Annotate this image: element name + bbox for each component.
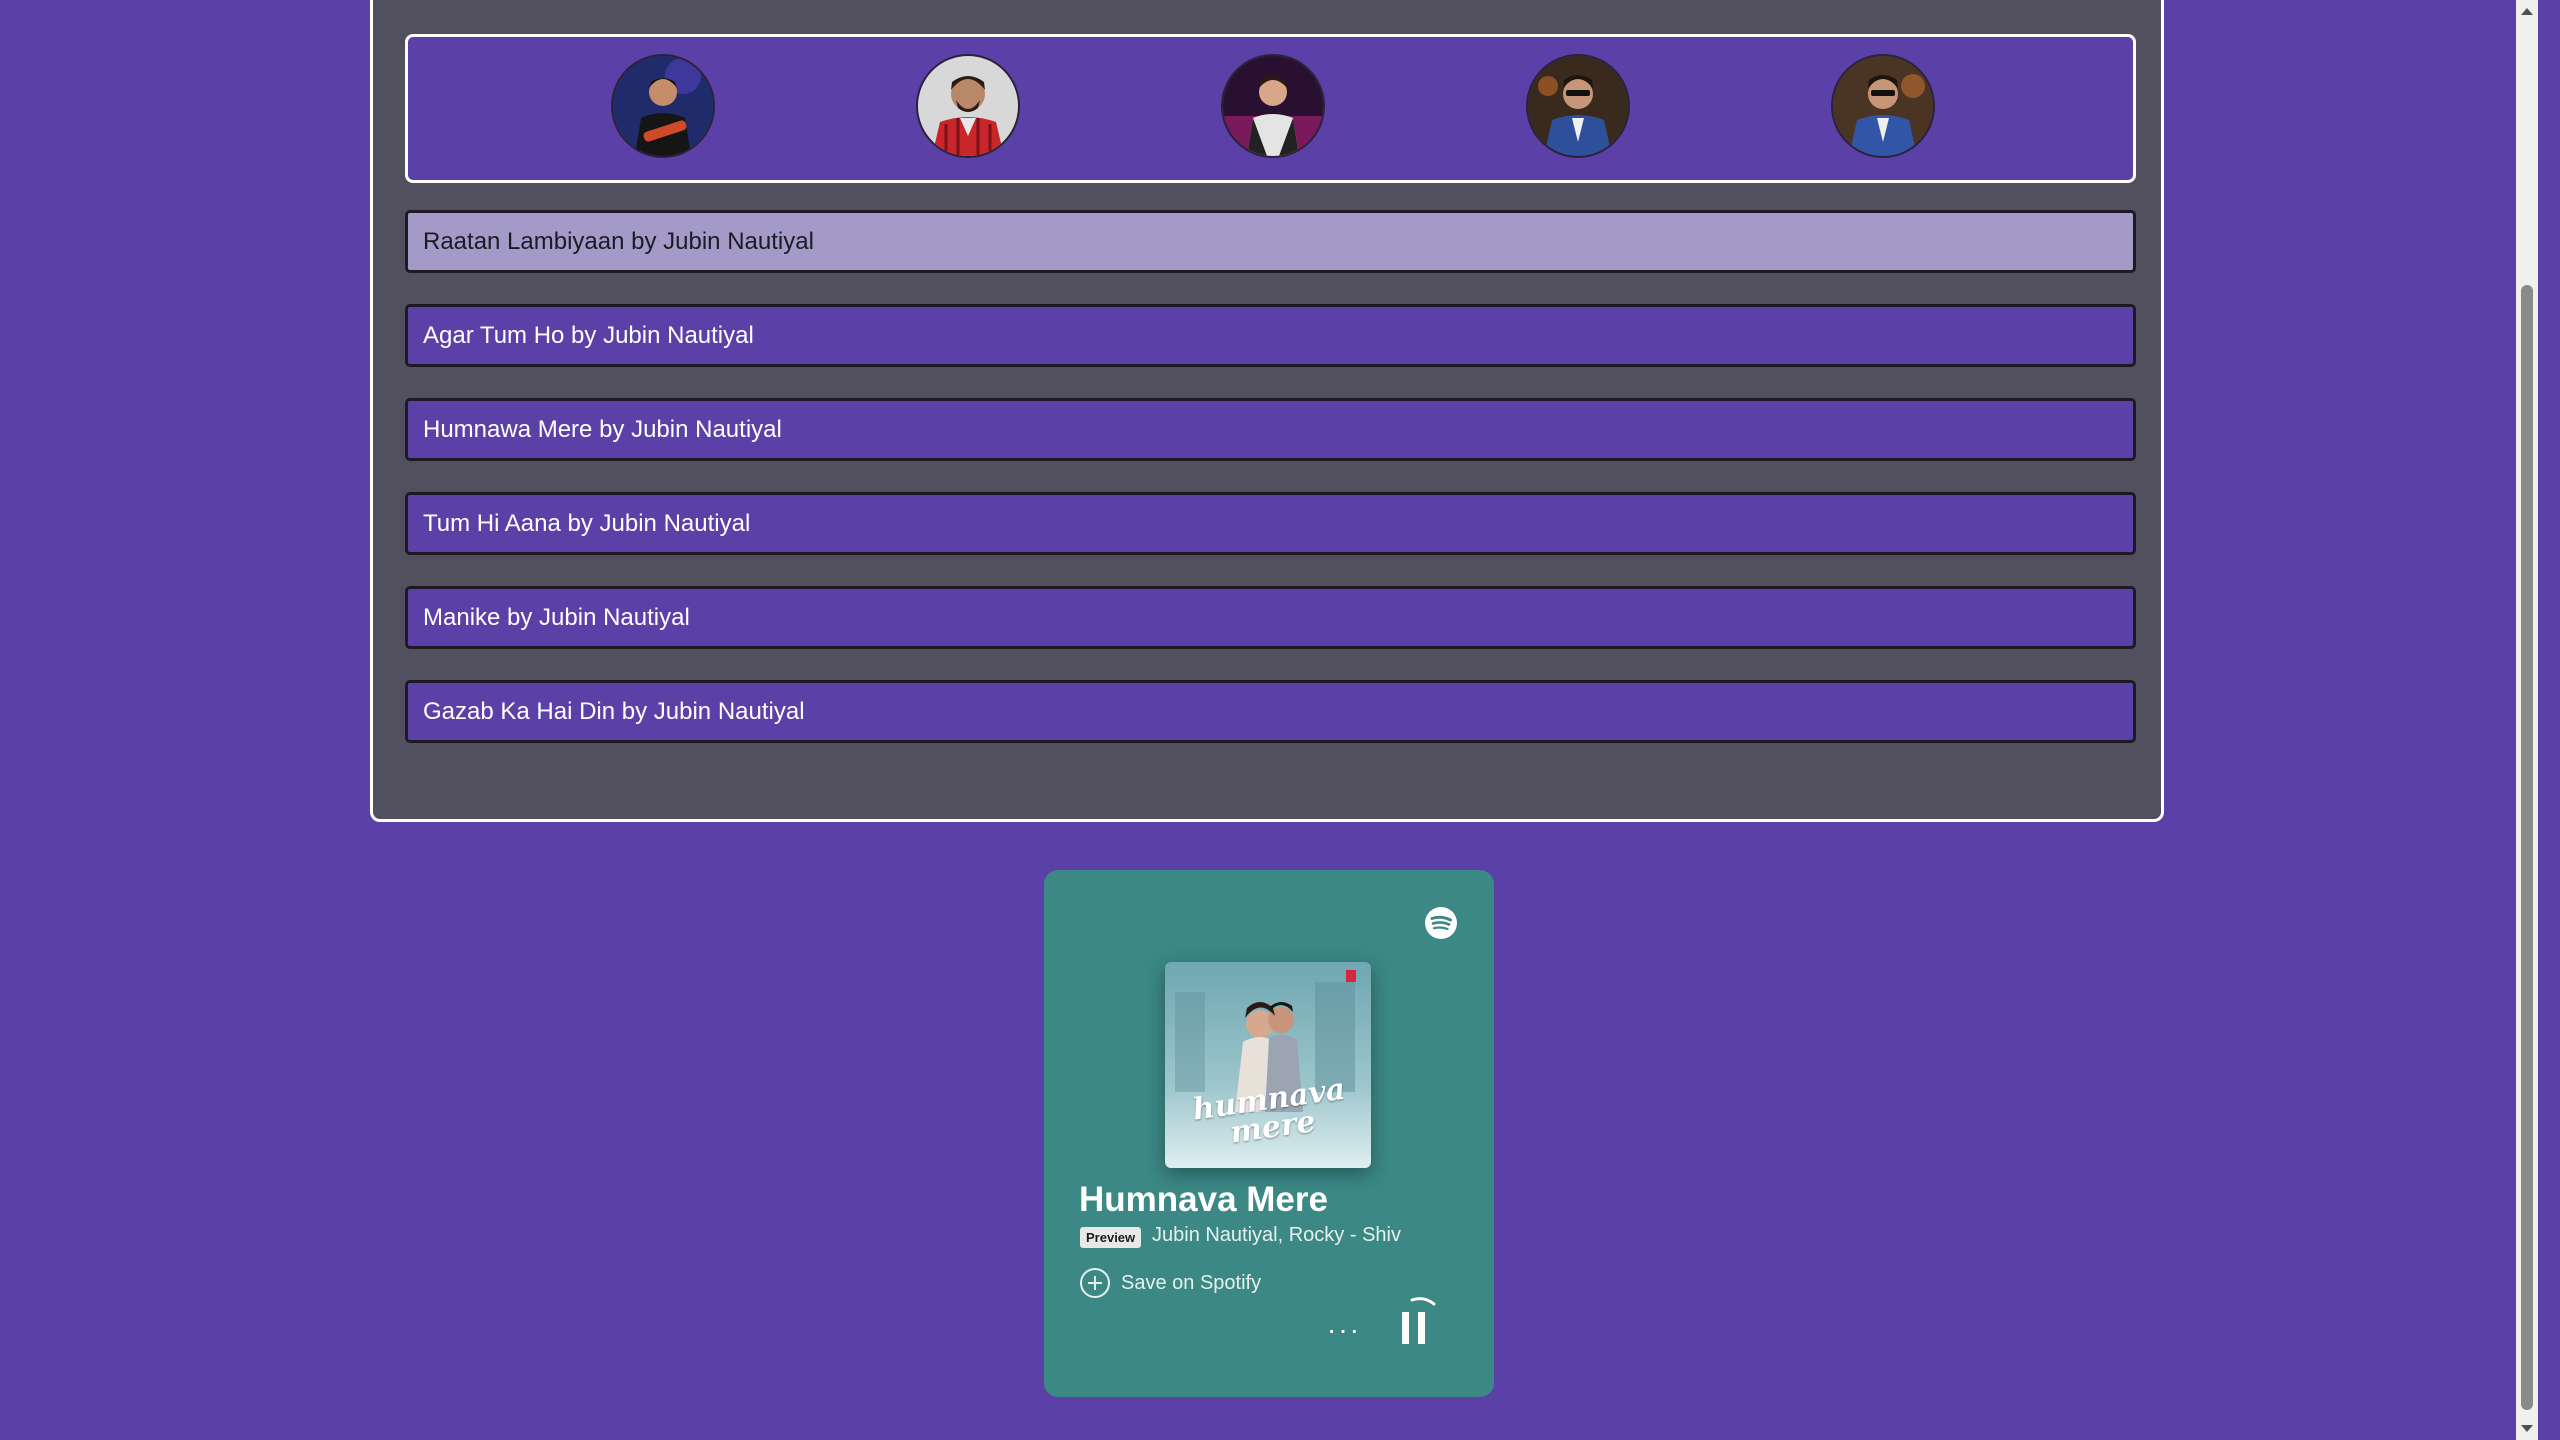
artist-avatar-2[interactable] [916,54,1020,158]
vertical-scrollbar[interactable] [2516,0,2538,1440]
chevron-down-icon [2521,1425,2533,1432]
artist-avatar-4[interactable] [1526,54,1630,158]
track-title[interactable]: Humnava Mere [1079,1180,1328,1220]
save-on-spotify-button[interactable]: Save on Spotify [1079,1266,1261,1300]
add-circle-icon [1080,1268,1110,1298]
artist-avatar-3[interactable] [1221,54,1325,158]
spotify-embed: humnava mere Humnava Mere Preview Jubin … [1044,870,1494,1397]
pause-icon[interactable] [1394,1290,1444,1350]
save-on-spotify-label: Save on Spotify [1121,1271,1262,1294]
artist-avatar-5[interactable] [1831,54,1935,158]
scroll-up-button[interactable] [2516,0,2538,22]
song-item-manike[interactable]: Manike by Jubin Nautiyal [405,586,2136,649]
preview-badge: Preview [1080,1227,1142,1248]
song-item-agar-tum-ho[interactable]: Agar Tum Ho by Jubin Nautiyal [405,304,2136,367]
artist-2-avatar-image [918,56,1018,156]
main-panel: Raatan Lambiyaan by Jubin Nautiyal Agar … [370,0,2164,822]
artist-3-avatar-image [1223,56,1323,156]
song-item-humnawa-mere[interactable]: Humnawa Mere by Jubin Nautiyal [405,398,2136,461]
scroll-down-button[interactable] [2516,1418,2538,1440]
artist-1-avatar-image [613,56,713,156]
page: Raatan Lambiyaan by Jubin Nautiyal Agar … [0,0,2538,1440]
artist-strip [405,34,2136,183]
spotify-logo-icon[interactable] [1424,906,1458,940]
scroll-thumb[interactable] [2521,285,2533,1410]
more-options-button[interactable]: ··· [1327,1316,1361,1344]
artist-4-avatar-image [1528,56,1628,156]
artist-5-avatar-image [1833,56,1933,156]
album-cover[interactable]: humnava mere [1165,962,1371,1168]
artist-avatar-1[interactable] [611,54,715,158]
song-item-gazab-ka-hai-din[interactable]: Gazab Ka Hai Din by Jubin Nautiyal [405,680,2136,743]
song-item-tum-hi-aana[interactable]: Tum Hi Aana by Jubin Nautiyal [405,492,2136,555]
song-item-raatan-lambiyaan[interactable]: Raatan Lambiyaan by Jubin Nautiyal [405,210,2136,273]
track-artists[interactable]: Jubin Nautiyal, Rocky - Shiv [1152,1224,1401,1247]
chevron-up-icon [2521,8,2533,15]
